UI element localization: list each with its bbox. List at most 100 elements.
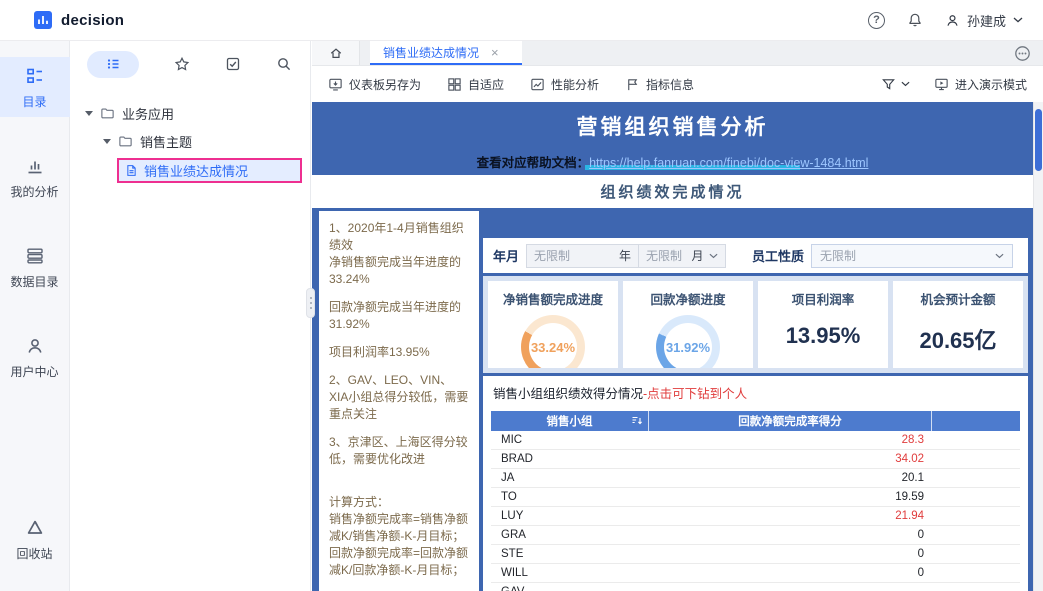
sidebar-item-label: 我的分析 xyxy=(10,185,59,199)
vertical-scrollbar[interactable] xyxy=(1033,102,1043,591)
section-header: 组织绩效完成情况 xyxy=(312,175,1033,208)
folder-icon xyxy=(119,135,132,146)
kpi-card-net-sales-progress: 净销售额完成进度 33.24% xyxy=(488,281,618,368)
sidebar-item-label: 回收站 xyxy=(16,547,53,561)
sidebar-item-label: 数据目录 xyxy=(10,275,59,289)
logo-text: decision xyxy=(61,11,125,29)
month-filter[interactable]: 无限制 月 xyxy=(639,245,725,267)
sidebar-item-catalog[interactable]: 目录 xyxy=(0,57,70,117)
adaptive-button[interactable]: 自适应 xyxy=(447,76,504,93)
header-sales-group[interactable]: 销售小组 xyxy=(491,411,649,431)
list-view-toggle[interactable] xyxy=(87,50,139,78)
indicator-info-button[interactable]: 指标信息 xyxy=(625,76,694,93)
topbar-actions: ? 孙建成 xyxy=(867,11,1043,30)
document-icon xyxy=(127,165,136,176)
check-square-icon xyxy=(226,57,240,71)
table-row[interactable]: BRAD 34.02 xyxy=(491,450,1020,469)
chevron-down-icon xyxy=(901,81,910,87)
tab-label: 销售业绩达成情况 xyxy=(383,45,480,60)
table-row[interactable]: JA 20.1 xyxy=(491,469,1020,488)
table-row[interactable]: STE 0 xyxy=(491,545,1020,564)
stub-cell xyxy=(932,507,1020,525)
tree-node-sales-theme[interactable]: 销售主题 xyxy=(71,127,310,155)
summary-line: 1、2020年1-4月销售组织绩效 xyxy=(329,221,464,252)
score-cell: 28.3 xyxy=(901,434,924,446)
search-button[interactable] xyxy=(276,56,292,72)
stub-cell xyxy=(932,431,1020,449)
indicator-label: 指标信息 xyxy=(646,77,695,92)
month-unit: 月 xyxy=(691,249,704,263)
group-name-cell: JA xyxy=(501,472,515,484)
table-row[interactable]: WILL 0 xyxy=(491,564,1020,583)
score-cell: 20.1 xyxy=(901,472,924,484)
summary-line: 2、GAV、LEO、VIN、XIA小组总得分较低，需要重点关注 xyxy=(329,373,469,421)
table-row[interactable]: MIC 28.3 xyxy=(491,431,1020,450)
tab-options-button[interactable] xyxy=(1014,41,1043,65)
tree-leaf-label: 销售业绩达成情况 xyxy=(144,164,249,179)
score-cell: 19.59 xyxy=(895,491,924,503)
table-row[interactable]: TO 19.59 xyxy=(491,488,1020,507)
filter-button[interactable] xyxy=(881,77,910,92)
folder-icon xyxy=(101,107,114,118)
stub-cell xyxy=(932,469,1020,487)
tree-node-business-app[interactable]: 业务应用 xyxy=(71,99,310,127)
catalog-icon xyxy=(26,68,42,83)
caret-down-icon[interactable] xyxy=(85,110,93,116)
dashboard-toolbar: 仪表板另存为 自适应 性能分析 指标信息 进入演示模式 xyxy=(312,66,1043,102)
presentation-icon xyxy=(935,78,948,90)
sidebar-item-data-catalog[interactable]: 数据目录 xyxy=(0,237,70,297)
caption-text: 销售小组组织绩效得分情况 xyxy=(493,387,644,401)
stub-cell xyxy=(932,526,1020,544)
kpi-title: 回款净额进度 xyxy=(650,293,726,307)
multi-select-button[interactable] xyxy=(225,56,241,72)
tree-leaf-sales-performance[interactable]: 销售业绩达成情况 xyxy=(117,158,302,183)
sidebar-item-recycle-bin[interactable]: 回收站 xyxy=(0,509,70,569)
notification-bell-icon[interactable] xyxy=(907,12,923,28)
kpi-value: 20.65亿 xyxy=(919,328,997,353)
star-icon xyxy=(174,56,190,71)
year-month-filter[interactable]: 无限制 年 无限制 月 xyxy=(526,243,727,268)
dashboard-canvas: 营销组织销售分析 查看对应帮助文档：https://help.fanruan.c… xyxy=(312,102,1043,591)
year-filter-value: 无限制 xyxy=(534,249,571,263)
save-icon xyxy=(329,78,342,90)
table-row[interactable]: GAV xyxy=(491,583,1020,591)
header-score[interactable]: 回款净额完成率得分 xyxy=(649,411,932,431)
caption-drill-hint: -点击可下钻到个人 xyxy=(643,387,748,401)
present-mode-button[interactable]: 进入演示模式 xyxy=(934,76,1027,93)
table-caption: 销售小组组织绩效得分情况-点击可下钻到个人 xyxy=(493,383,1020,402)
table-row[interactable]: GRA 0 xyxy=(491,526,1020,545)
year-filter[interactable]: 无限制 年 xyxy=(527,244,640,267)
summary-line: 计算方式： xyxy=(329,495,390,509)
stub-cell xyxy=(932,583,1020,591)
scrollbar-thumb[interactable] xyxy=(1035,109,1042,171)
tab-home[interactable] xyxy=(312,41,360,65)
help-icon[interactable]: ? xyxy=(867,11,885,29)
score-cell: 0 xyxy=(917,567,924,579)
favorites-button[interactable] xyxy=(174,56,190,72)
chevron-down-icon xyxy=(1013,17,1023,23)
help-doc-link[interactable]: https://help.fanruan.com/finebi/doc-view… xyxy=(589,156,868,170)
tab-close-icon[interactable]: × xyxy=(491,46,499,59)
gauge-chart: 33.24% xyxy=(521,315,585,368)
sidebar-item-user-center[interactable]: 用户中心 xyxy=(0,327,70,387)
summary-line: 项目利润率13.95% xyxy=(329,345,430,359)
header-label: 销售小组 xyxy=(546,416,593,428)
staff-type-filter[interactable]: 无限制 xyxy=(811,243,1013,268)
kpi-title: 净销售额完成进度 xyxy=(502,293,603,307)
tab-bar: 销售业绩达成情况 × xyxy=(312,41,1043,66)
sidebar-item-my-analysis[interactable]: 我的分析 xyxy=(0,147,70,207)
performance-analysis-button[interactable]: 性能分析 xyxy=(530,76,599,93)
caret-down-icon[interactable] xyxy=(103,138,111,144)
filter-bar: 年月 无限制 年 无限制 月 员工性质 无限制 xyxy=(483,238,1028,273)
panel-collapse-handle[interactable] xyxy=(306,288,315,318)
tab-sales-performance[interactable]: 销售业绩达成情况 × xyxy=(370,41,522,65)
flag-icon xyxy=(628,78,638,90)
kpi-title: 项目利润率 xyxy=(791,293,855,307)
staff-type-label: 员工性质 xyxy=(752,249,805,264)
month-filter-value: 无限制 xyxy=(646,249,683,263)
table-row[interactable]: LUY 21.94 xyxy=(491,507,1020,526)
group-name-cell: GAV xyxy=(491,586,649,591)
save-as-button[interactable]: 仪表板另存为 xyxy=(328,76,421,93)
user-menu[interactable]: 孙建成 xyxy=(945,11,1023,30)
performance-label: 性能分析 xyxy=(551,77,600,92)
